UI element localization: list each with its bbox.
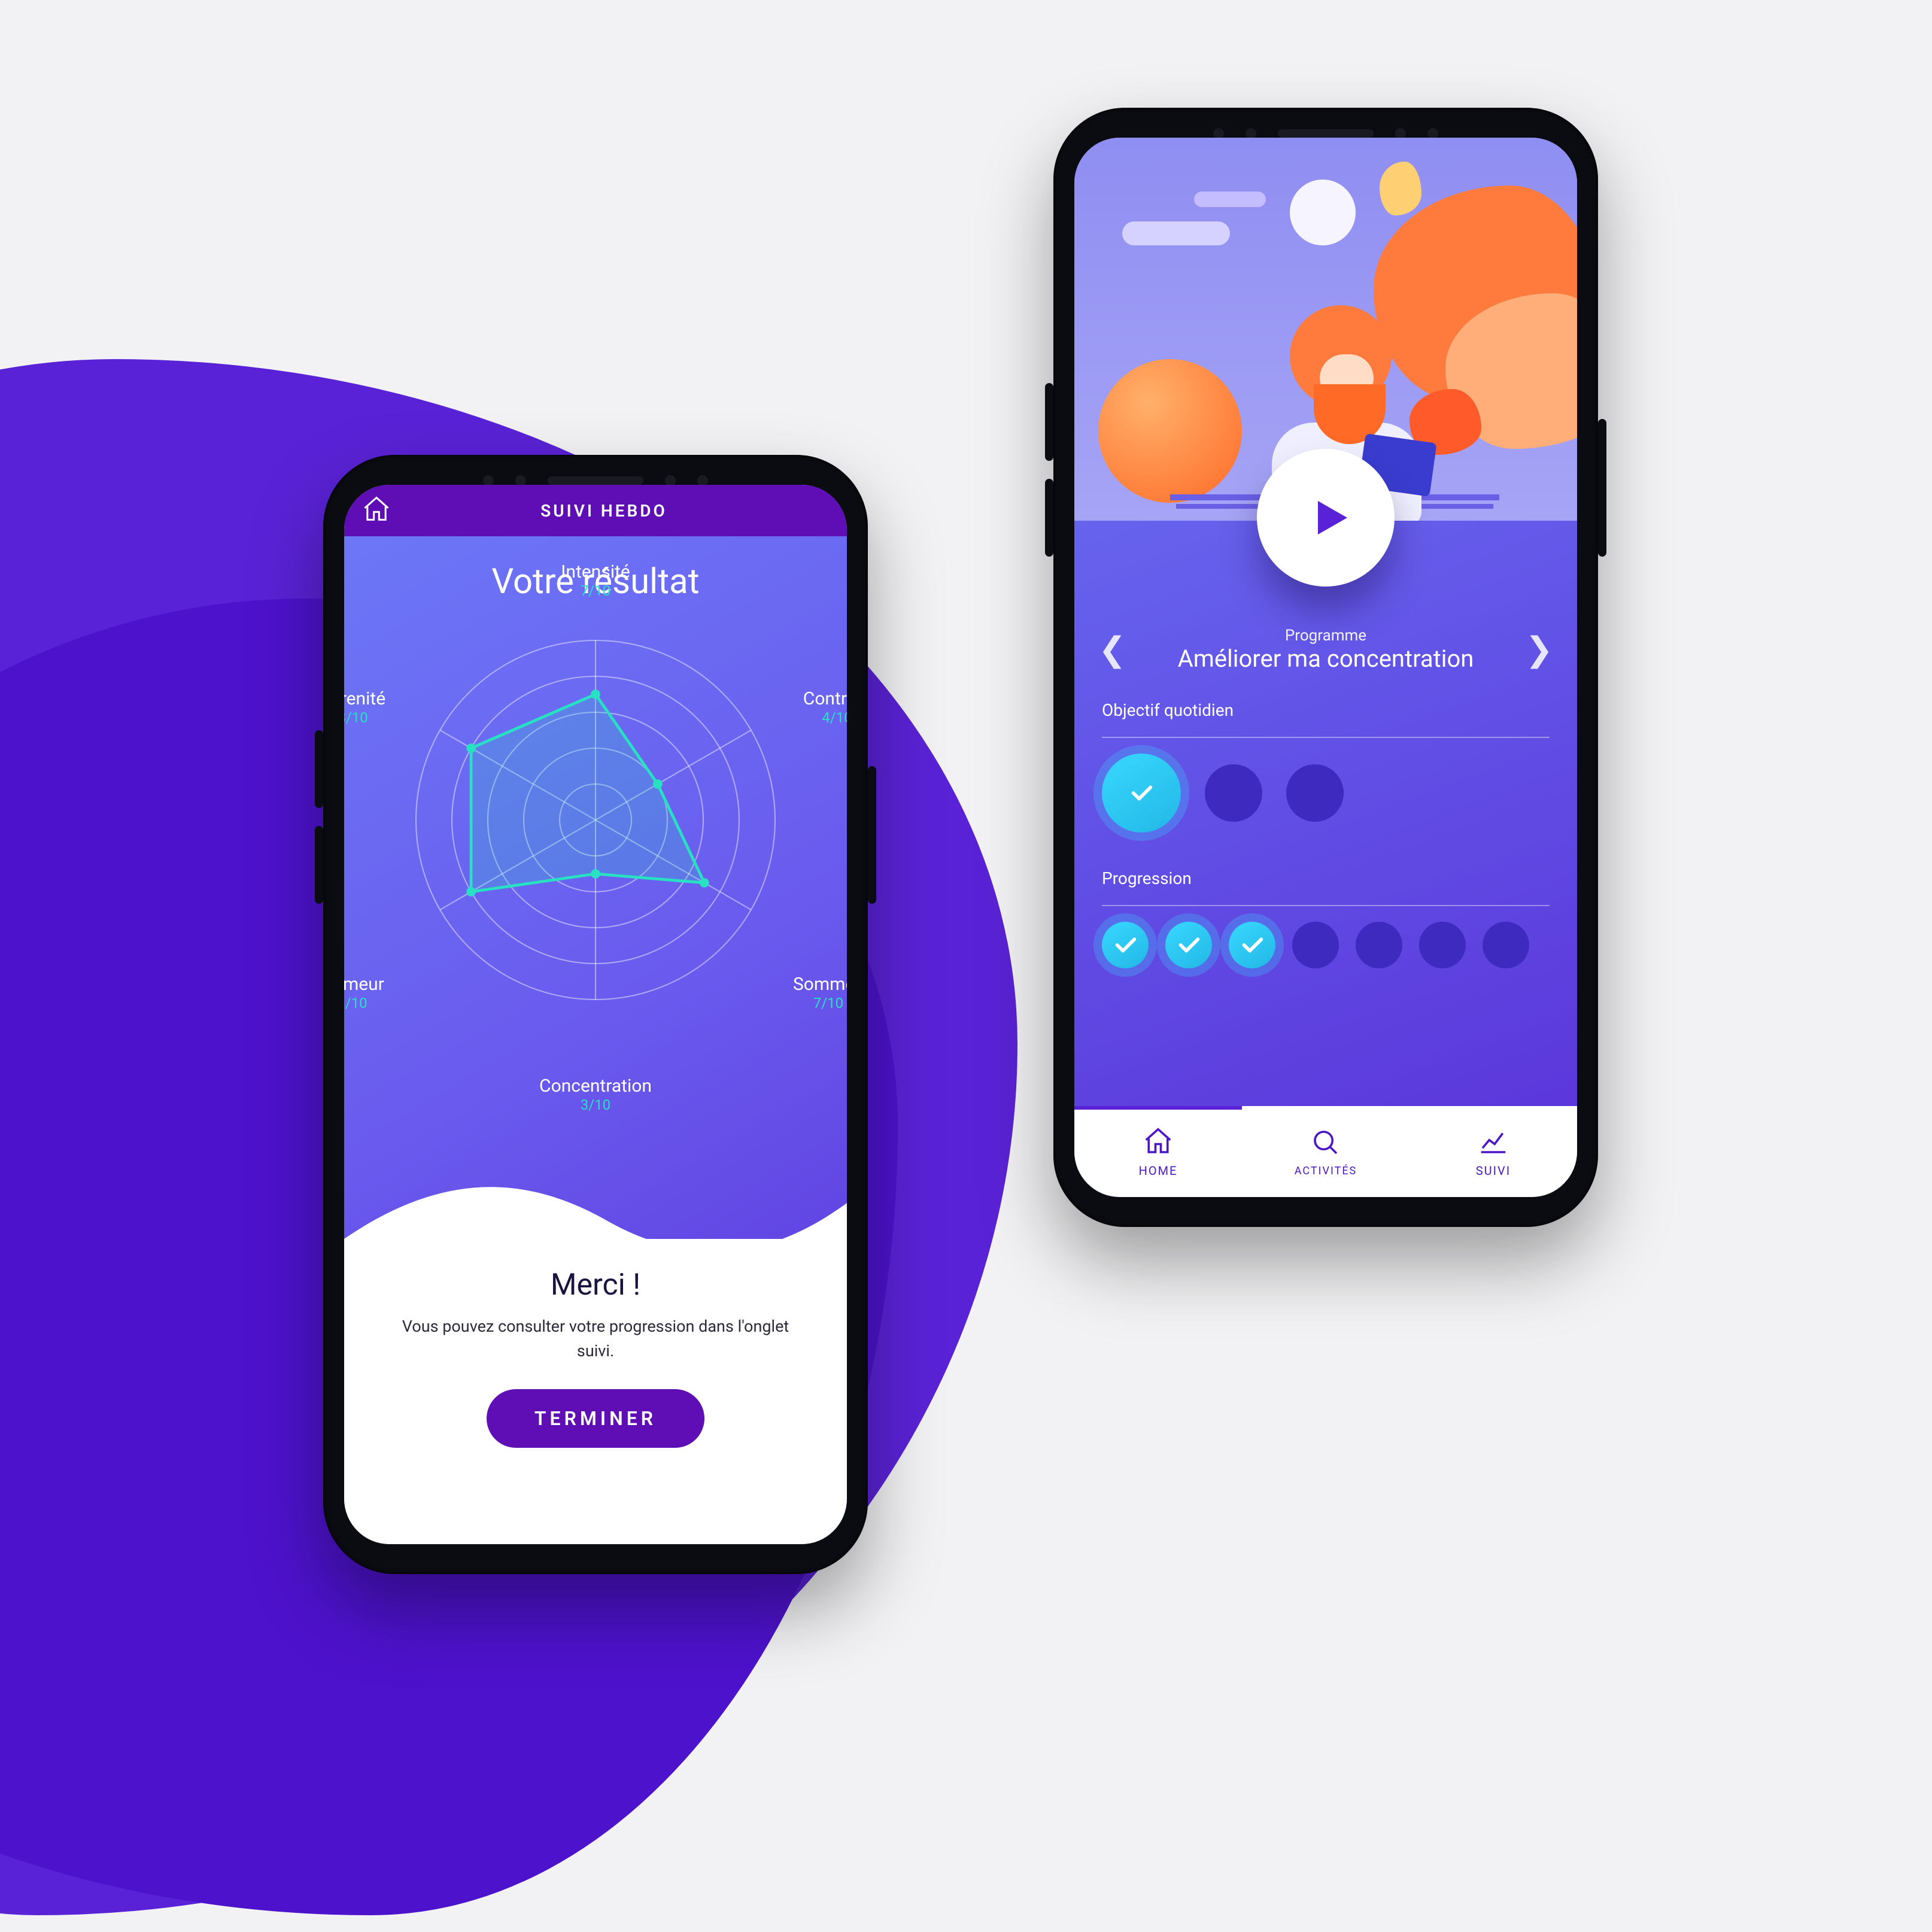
phone-mockup-result: SUIVI HEBDO Votre résultat Intensité7/10…	[323, 455, 868, 1574]
play-icon	[1305, 493, 1356, 543]
nav-label: ACTIVITÉS	[1295, 1165, 1357, 1177]
app-header: SUIVI HEBDO	[344, 485, 847, 536]
progression-section: Progression	[1074, 868, 1577, 968]
header-title: SUIVI HEBDO	[409, 501, 830, 521]
canvas: SUIVI HEBDO Votre résultat Intensité7/10…	[0, 0, 1932, 1932]
cloud-shape	[1194, 192, 1266, 207]
axis-label: Serenité8/10	[344, 688, 385, 726]
progress-step[interactable]	[1356, 922, 1402, 968]
progress-step[interactable]	[1292, 922, 1339, 968]
daily-step[interactable]	[1102, 754, 1181, 833]
axis-label: Sommeil7/10	[793, 974, 847, 1011]
home-icon	[1142, 1125, 1174, 1158]
nav-home[interactable]: HOME	[1074, 1106, 1242, 1197]
leaf-shape	[1380, 162, 1421, 215]
progress-step[interactable]	[1165, 922, 1212, 968]
chevron-left-icon[interactable]: ❮	[1093, 622, 1131, 676]
moon-shape	[1290, 180, 1356, 245]
program-label: Programme	[1178, 627, 1474, 645]
phone-mockup-program: ❮ Programme Améliorer ma concentration ❯…	[1053, 108, 1598, 1227]
program-selector: ❮ Programme Améliorer ma concentration ❯	[1074, 622, 1577, 676]
axis-label: Concentration3/10	[539, 1076, 652, 1113]
chart-icon	[1477, 1125, 1509, 1158]
cloud-shape	[1122, 221, 1230, 245]
nav-label: SUIVI	[1476, 1164, 1511, 1178]
chevron-right-icon[interactable]: ❯	[1520, 622, 1558, 676]
radar-chart-svg	[380, 604, 811, 1035]
bush-shape	[1098, 359, 1242, 503]
daily-step[interactable]	[1205, 764, 1262, 822]
home-icon[interactable]	[361, 494, 392, 527]
thank-you-title: Merci !	[392, 1268, 799, 1302]
axis-label: Intensité7/10	[561, 561, 630, 599]
daily-step[interactable]	[1286, 764, 1344, 822]
program-title: Améliorer ma concentration	[1178, 645, 1474, 673]
progress-step[interactable]	[1483, 922, 1529, 968]
search-icon	[1310, 1126, 1342, 1159]
section-title: Objectif quotidien	[1102, 700, 1550, 720]
nav-activities[interactable]: ACTIVITÉS	[1242, 1106, 1409, 1197]
daily-objective-section: Objectif quotidien	[1074, 700, 1577, 833]
nav-active-indicator	[1074, 1106, 1242, 1110]
result-footer: Merci ! Vous pouvez consulter votre prog…	[344, 1239, 847, 1544]
play-button[interactable]	[1257, 449, 1395, 587]
progress-step[interactable]	[1229, 922, 1275, 968]
progress-step[interactable]	[1102, 922, 1149, 968]
axis-label: Humeur8/10	[344, 974, 384, 1011]
thank-you-body: Vous pouvez consulter votre progression …	[392, 1314, 799, 1363]
progress-step[interactable]	[1419, 922, 1466, 968]
nav-tracking[interactable]: SUIVI	[1409, 1106, 1577, 1197]
finish-button[interactable]: TERMINER	[487, 1389, 704, 1448]
bottom-nav: HOME ACTIVITÉS SUIVI	[1074, 1106, 1577, 1197]
axis-label: Contrôle4/10	[803, 688, 847, 726]
nav-label: HOME	[1139, 1164, 1178, 1178]
radar-chart: Intensité7/10 Contrôle4/10 Sommeil7/10 C…	[380, 604, 811, 1035]
section-title: Progression	[1102, 868, 1550, 888]
